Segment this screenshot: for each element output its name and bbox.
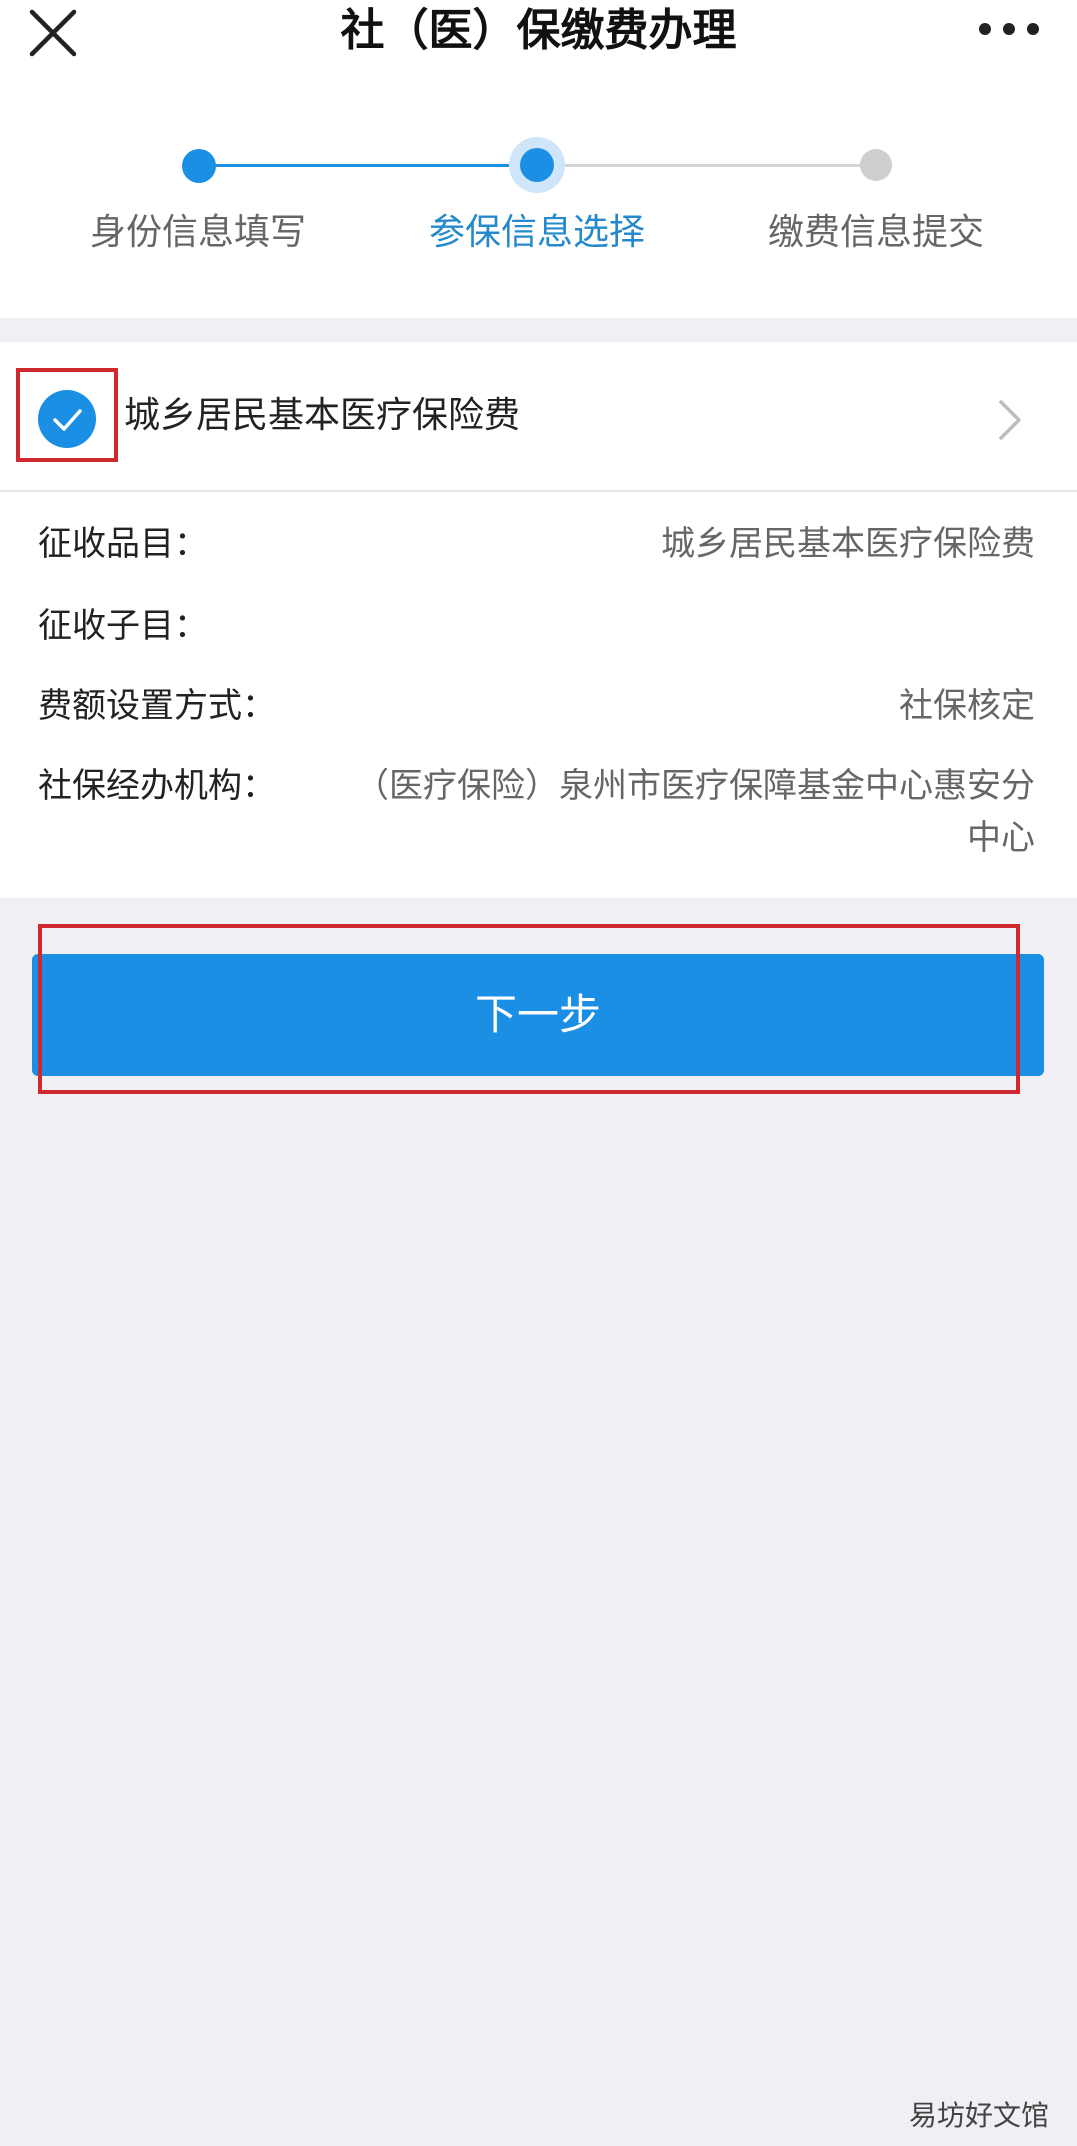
- detail-key: 征收子目：: [38, 606, 208, 646]
- detail-row-collection-subitem: 征收子目：: [38, 600, 1035, 660]
- insurance-item-row[interactable]: 城乡居民基本医疗保险费: [0, 342, 1077, 492]
- more-icon[interactable]: [977, 14, 1041, 44]
- step-3-label: 缴费信息提交: [767, 212, 984, 253]
- next-button-highlight-box: [38, 924, 1020, 1094]
- step-1-dot: [182, 149, 216, 183]
- detail-value: 城乡居民基本医疗保险费: [661, 524, 1035, 564]
- header: 社（医）保缴费办理: [0, 0, 1077, 92]
- detail-value: （医疗保险）泉州市医疗保障基金中心惠安分中心: [355, 766, 1035, 858]
- step-3-dot: [860, 149, 892, 181]
- detail-key: 费额设置方式：: [38, 686, 276, 726]
- progress-stepper: 身份信息填写 参保信息选择 缴费信息提交: [0, 92, 1077, 318]
- step-2-label: 参保信息选择: [428, 212, 645, 253]
- watermark-text: 易坊好文馆: [908, 2099, 1049, 2132]
- detail-row-agency: 社保经办机构： （医疗保险）泉州市医疗保障基金中心惠安分中心: [38, 760, 1035, 880]
- detail-key: 社保经办机构：: [38, 766, 276, 806]
- page: 社（医）保缴费办理 身份信息填写 参保信息选择 缴费信息提交 城乡居民基本医疗保…: [0, 0, 1077, 2146]
- detail-row-collection-item: 征收品目： 城乡居民基本医疗保险费: [38, 518, 1035, 578]
- step-connector-done: [198, 164, 536, 167]
- chevron-right-icon[interactable]: [995, 398, 1025, 442]
- detail-value: 社保核定: [899, 686, 1035, 726]
- insurance-card: 城乡居民基本医疗保险费 征收品目： 城乡居民基本医疗保险费 征收子目： 费额设置…: [0, 342, 1077, 898]
- step-1-label: 身份信息填写: [89, 212, 306, 253]
- page-title: 社（医）保缴费办理: [340, 5, 737, 56]
- detail-row-fee-method: 费额设置方式： 社保核定: [38, 680, 1035, 740]
- insurance-item-name: 城乡居民基本医疗保险费: [124, 395, 521, 436]
- detail-key: 征收品目：: [38, 524, 208, 564]
- step-2-dot: [520, 148, 554, 182]
- checkbox-highlight-box: [16, 368, 118, 462]
- step-connector-pending: [536, 164, 876, 167]
